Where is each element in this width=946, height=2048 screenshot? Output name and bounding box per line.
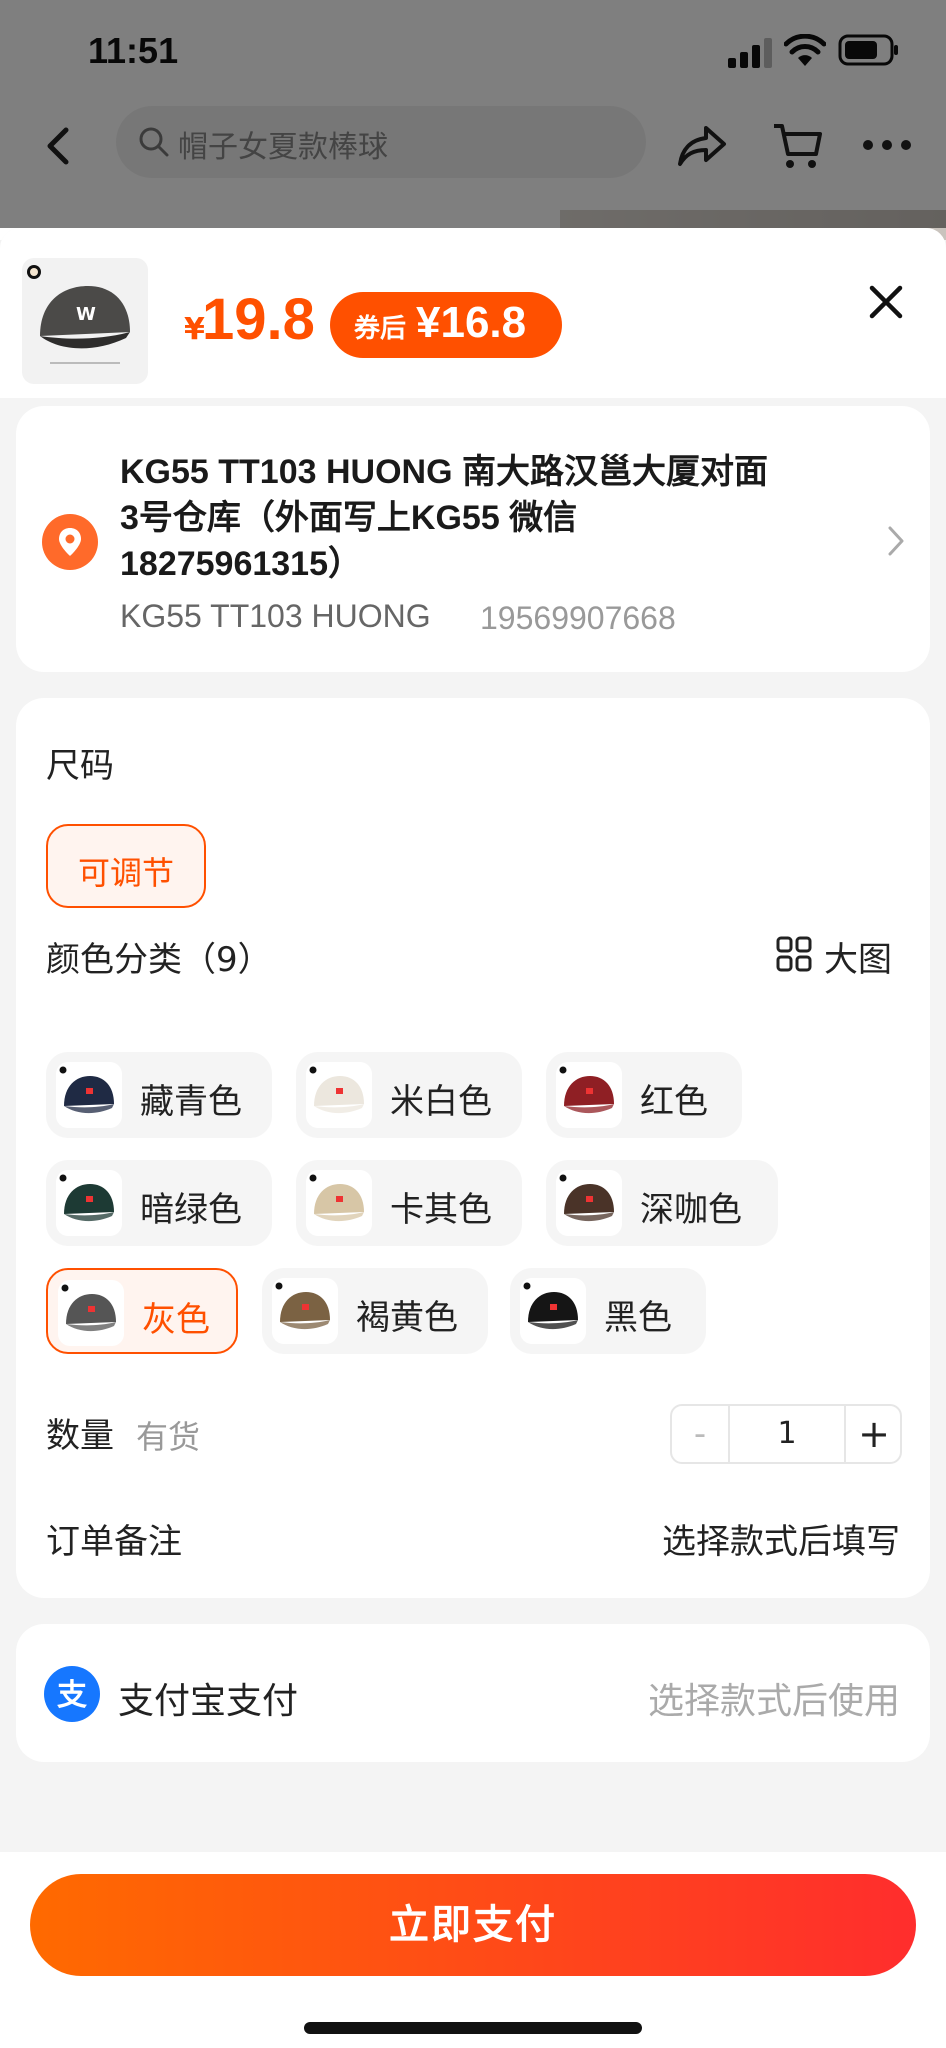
sku-sheet: W ¥ 19.8 券后 ¥16.8 KG55 TT103 HUONG 南大路汉邕… <box>0 228 946 2048</box>
alipay-icon: 支 <box>44 1666 100 1722</box>
color-option-label: 灰色 <box>142 1300 210 1340</box>
quantity-value[interactable]: 1 <box>730 1406 844 1462</box>
chevron-right-icon <box>888 526 904 556</box>
color-swatch-cap-icon <box>272 1278 338 1344</box>
color-swatch-cap-icon <box>58 1280 124 1346</box>
color-option[interactable]: 黑色 <box>510 1268 706 1354</box>
color-option[interactable]: 暗绿色 <box>46 1160 272 1246</box>
home-indicator <box>304 2022 642 2034</box>
payment-method-hint: 选择款式后使用 <box>647 1681 900 1722</box>
color-swatch-cap-icon <box>56 1170 122 1236</box>
bottom-bar: 立即支付 <box>0 1852 946 2048</box>
address-card[interactable]: KG55 TT103 HUONG 南大路汉邕大厦对面 3号仓库（外面写上KG55… <box>16 406 930 672</box>
color-option-label: 米白色 <box>390 1082 492 1122</box>
color-option-label: 暗绿色 <box>140 1190 242 1230</box>
color-swatch-cap-icon <box>520 1278 586 1344</box>
color-option-label: 褐黄色 <box>356 1298 458 1338</box>
size-option-label: 可调节 <box>77 854 174 892</box>
address-line-1: KG55 TT103 HUONG 南大路汉邕大厦对面 <box>120 453 768 491</box>
close-icon[interactable] <box>866 282 906 322</box>
quantity-stepper: - 1 + <box>670 1404 902 1464</box>
big-image-label: 大图 <box>824 940 892 980</box>
payment-card[interactable]: 支 支付宝支付 选择款式后使用 <box>16 1624 930 1762</box>
address-line-2: 3号仓库（外面写上KG55 微信 <box>120 499 578 537</box>
color-swatch-cap-icon <box>556 1062 622 1128</box>
svg-text:支: 支 <box>57 1678 87 1713</box>
size-label: 尺码 <box>46 746 114 786</box>
grid-icon <box>776 936 812 972</box>
order-note-hint[interactable]: 选择款式后填写 <box>662 1514 900 1563</box>
color-swatch-cap-icon <box>56 1062 122 1128</box>
quantity-minus-button[interactable]: - <box>672 1406 730 1462</box>
quantity-label: 数量 <box>46 1416 114 1456</box>
color-option-label: 深咖色 <box>640 1190 742 1230</box>
color-option-label: 红色 <box>640 1082 708 1122</box>
color-label: 颜色分类（9） <box>46 940 272 980</box>
coupon-price: ¥16.8 <box>416 298 527 347</box>
recipient-name: KG55 TT103 HUONG <box>120 598 431 634</box>
recipient-phone: 19569907668 <box>480 600 676 636</box>
color-swatch-cap-icon <box>556 1170 622 1236</box>
big-image-toggle[interactable]: 大图 <box>776 932 906 980</box>
address-line-3: 18275961315） <box>120 545 363 583</box>
sheet-header: W ¥ 19.8 券后 ¥16.8 <box>0 228 946 398</box>
color-option[interactable]: 米白色 <box>296 1052 522 1138</box>
order-note-label: 订单备注 <box>46 1522 182 1562</box>
color-swatch-cap-icon <box>306 1170 372 1236</box>
color-option[interactable]: 红色 <box>546 1052 742 1138</box>
color-option-label: 藏青色 <box>140 1082 242 1122</box>
stock-status: 有货 <box>136 1418 201 1456</box>
svg-text:W: W <box>76 304 96 325</box>
product-thumbnail[interactable]: W <box>22 258 148 384</box>
quantity-plus-button[interactable]: + <box>844 1406 902 1462</box>
color-option[interactable]: 褐黄色 <box>262 1268 488 1354</box>
color-option[interactable]: 卡其色 <box>296 1160 522 1246</box>
color-option[interactable]: 藏青色 <box>46 1052 272 1138</box>
color-option[interactable]: 灰色 <box>46 1268 238 1354</box>
coupon-badge: 券后 ¥16.8 <box>330 292 562 358</box>
coupon-label: 券后 <box>354 314 407 344</box>
price: 19.8 <box>202 287 315 352</box>
color-option-label: 黑色 <box>604 1298 672 1338</box>
payment-method-label: 支付宝支付 <box>118 1681 299 1722</box>
pay-now-button[interactable]: 立即支付 <box>30 1874 916 1976</box>
spec-card: 尺码 可调节 颜色分类（9） 大图 藏青色 米白色 红色暗绿色 卡其色 深咖色灰色 褐黄色… <box>16 698 930 1598</box>
color-swatch-cap-icon <box>306 1062 372 1128</box>
dim-overlay[interactable] <box>0 0 946 228</box>
color-option[interactable]: 深咖色 <box>546 1160 778 1246</box>
cap-image-icon: W <box>27 265 130 364</box>
location-pin-icon <box>42 514 98 570</box>
color-option-label: 卡其色 <box>390 1190 492 1230</box>
size-option-adjustable[interactable]: 可调节 <box>46 824 206 908</box>
